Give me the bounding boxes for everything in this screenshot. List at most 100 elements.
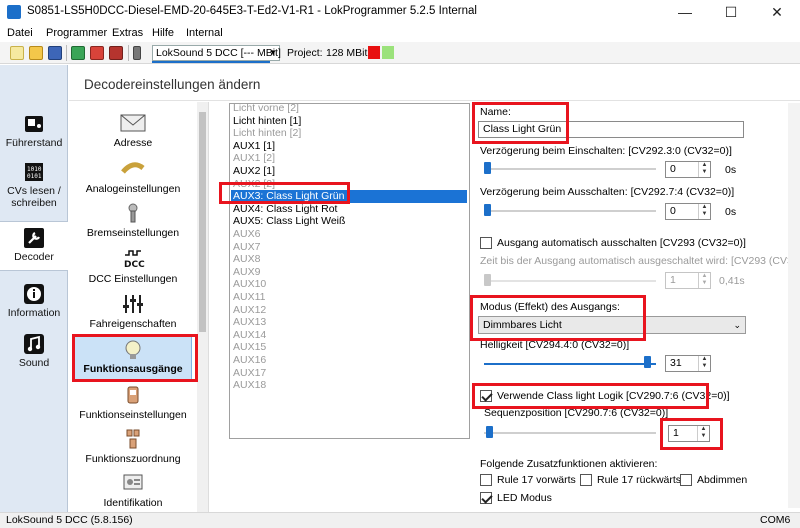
output-list-item[interactable]: Licht vorne [2] [233, 104, 299, 115]
save-icon[interactable] [48, 46, 62, 60]
nav-item-cv-read-write[interactable]: 1010 0101 CVs lesen / schreiben [0, 161, 68, 209]
spin-arrows-icon[interactable]: ▲ ▼ [698, 162, 710, 177]
output-list[interactable]: Licht vorne [2] Licht hinten [1] Licht hin… [229, 103, 470, 439]
status-decoder-info: LokSound 5 DCC (5.8.156) [6, 514, 133, 526]
brake-icon [128, 203, 138, 223]
write-icon[interactable] [109, 46, 123, 60]
brightness-slider-thumb[interactable] [644, 356, 651, 368]
auto-off-label: Ausgang automatisch ausschalten [CV293 (… [497, 237, 746, 249]
output-list-item[interactable]: AUX10 [233, 278, 266, 291]
output-list-item[interactable]: AUX12 [233, 304, 266, 317]
delay-on-spinner[interactable]: 0 ▲ ▼ [665, 161, 711, 178]
output-list-item[interactable]: AUX15 [233, 341, 266, 354]
brightness-value: 31 [670, 357, 682, 369]
nav-item-label: Führerstand [5, 137, 63, 149]
output-list-item[interactable]: AUX16 [233, 354, 266, 367]
category-identification[interactable]: Identifikation [70, 472, 196, 509]
open-icon[interactable] [29, 46, 43, 60]
category-scrollbar[interactable] [197, 102, 208, 512]
decoder-select-underline [152, 61, 270, 63]
export-icon[interactable] [90, 46, 104, 60]
window-title: S0851-LS5H0DCC-Diesel-EMD-20-645E3-T-Ed2… [27, 5, 477, 17]
category-analog[interactable]: Analogeinstellungen [70, 158, 196, 195]
nav-item-sound[interactable]: Sound [0, 333, 68, 369]
sequence-slider[interactable] [484, 432, 656, 434]
category-brakes[interactable]: Bremseinstellungen [70, 202, 196, 239]
delay-on-label: Verzögerung beim Einschalten: [CV292.3:0… [480, 145, 732, 157]
brightness-slider[interactable] [484, 363, 656, 365]
led-mode-checkbox[interactable] [480, 492, 492, 504]
category-function-settings[interactable]: Funktionseinstellungen [70, 384, 196, 421]
class-light-checkbox[interactable] [480, 390, 492, 402]
output-list-item-selected[interactable]: AUX3: Class Light Grün [231, 190, 467, 204]
output-list-item[interactable]: AUX1 [2] [233, 152, 275, 165]
delay-on-unit: 0s [725, 164, 737, 176]
output-list-item[interactable]: AUX17 [233, 367, 266, 380]
output-list-item[interactable]: AUX14 [233, 329, 266, 342]
delay-on-slider-thumb[interactable] [484, 162, 491, 174]
delay-off-value: 0 [670, 205, 676, 217]
category-scrollbar-thumb[interactable] [199, 112, 206, 332]
menu-extras[interactable]: Extras [112, 27, 143, 39]
category-label: Bremseinstellungen [86, 227, 180, 239]
output-list-item[interactable]: AUX1 [1] [233, 140, 275, 153]
rule17-reverse-checkbox[interactable] [580, 474, 592, 486]
delay-off-slider-thumb[interactable] [484, 204, 491, 216]
output-list-item[interactable]: AUX13 [233, 316, 266, 329]
minimize-button[interactable]: — [662, 0, 708, 24]
menu-internal[interactable]: Internal [186, 27, 223, 39]
category-driving[interactable]: Fahreigenschaften [70, 293, 196, 330]
delay-off-spinner[interactable]: 0 ▲ ▼ [665, 203, 711, 220]
plug-icon[interactable] [133, 46, 141, 60]
dimming-checkbox[interactable] [680, 474, 692, 486]
import-icon[interactable] [71, 46, 85, 60]
output-list-item[interactable]: Licht hinten [2] [233, 127, 301, 140]
name-input[interactable]: Class Light Grün [478, 121, 744, 138]
sequence-slider-thumb[interactable] [486, 426, 493, 438]
spin-arrows-icon[interactable]: ▲ ▼ [698, 356, 710, 371]
auto-off-checkbox[interactable] [480, 237, 492, 249]
brightness-spinner[interactable]: 31 ▲ ▼ [665, 355, 711, 372]
sequence-spinner[interactable]: 1 ▲ ▼ [668, 425, 710, 442]
spin-arrows-icon[interactable]: ▲ ▼ [697, 426, 709, 441]
output-list-item[interactable]: AUX2 [1] [233, 165, 275, 178]
nav-item-cab[interactable]: Führerstand [0, 113, 68, 149]
close-button[interactable]: ✕ [754, 0, 800, 24]
nav-item-information[interactable]: Information [0, 283, 68, 319]
decoder-select[interactable]: LokSound 5 DCC [--- MBit] ▼ [152, 45, 281, 61]
category-function-mapping[interactable]: Funktionszuordnung [70, 428, 196, 465]
output-list-item[interactable]: AUX7 [233, 241, 260, 254]
rule17-forward-checkbox[interactable] [480, 474, 492, 486]
dimming-label: Abdimmen [697, 474, 748, 486]
wrench-icon [24, 228, 44, 248]
category-adresse[interactable]: Adresse [70, 112, 196, 149]
properties-scrollbar[interactable] [788, 103, 800, 508]
spin-arrows-icon[interactable]: ▲ ▼ [698, 204, 710, 219]
mode-select[interactable]: Dimmbares Licht ⌄ [478, 316, 746, 334]
menu-programmer[interactable]: Programmer [46, 27, 107, 39]
output-list-item[interactable]: AUX2 [2] [233, 178, 275, 191]
output-list-item[interactable]: Licht hinten [1] [233, 115, 301, 128]
output-list-item[interactable]: AUX5: Class Light Weiß [233, 215, 345, 228]
menu-hilfe[interactable]: Hilfe [152, 27, 174, 39]
output-list-item[interactable]: AUX11 [233, 291, 266, 304]
output-list-item[interactable]: AUX4: Class Light Rot [233, 203, 337, 216]
menu-datei[interactable]: Datei [7, 27, 33, 39]
delay-off-slider[interactable] [484, 210, 656, 212]
new-icon[interactable] [10, 46, 24, 60]
category-dcc[interactable]: DCC DCC Einstellungen [70, 248, 196, 285]
category-label: Adresse [113, 137, 153, 149]
output-list-item[interactable]: AUX6 [233, 228, 260, 241]
output-list-item[interactable]: AUX8 [233, 253, 260, 266]
output-list-item[interactable]: AUX18 [233, 379, 266, 392]
maximize-button[interactable]: ☐ [708, 0, 754, 24]
delay-on-slider[interactable] [484, 168, 656, 170]
nav-item-decoder[interactable]: Decoder [0, 221, 68, 271]
output-list-item[interactable]: AUX9 [233, 266, 260, 279]
nav-item-label: Sound [18, 357, 50, 369]
category-function-outputs[interactable]: Funktionsausgänge [70, 338, 196, 375]
bulb-icon [125, 340, 141, 359]
auto-off-time-value: 1 [670, 274, 676, 286]
extra-functions-label: Folgende Zusatzfunktionen aktivieren: [480, 458, 658, 470]
menu-bar: Datei Programmer Extras Hilfe Internal [0, 24, 800, 42]
